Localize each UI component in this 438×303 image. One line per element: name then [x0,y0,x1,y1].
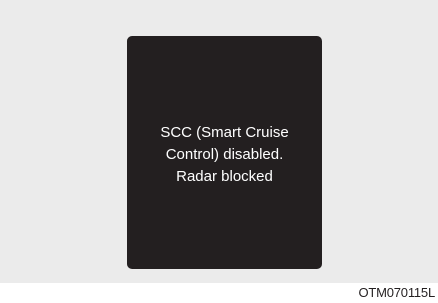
warning-message-line-3: Radar blocked [176,167,273,185]
warning-message: SCC (Smart Cruise Control) disabled. Rad… [160,122,288,188]
warning-message-line-1: SCC (Smart Cruise [160,123,289,141]
cluster-display-screen: SCC (Smart Cruise Control) disabled. Rad… [127,36,322,269]
illustration-background: SCC (Smart Cruise Control) disabled. Rad… [0,0,438,283]
warning-message-line-2: Control) disabled. [165,145,284,163]
figure-code: OTM070115L [358,285,435,300]
